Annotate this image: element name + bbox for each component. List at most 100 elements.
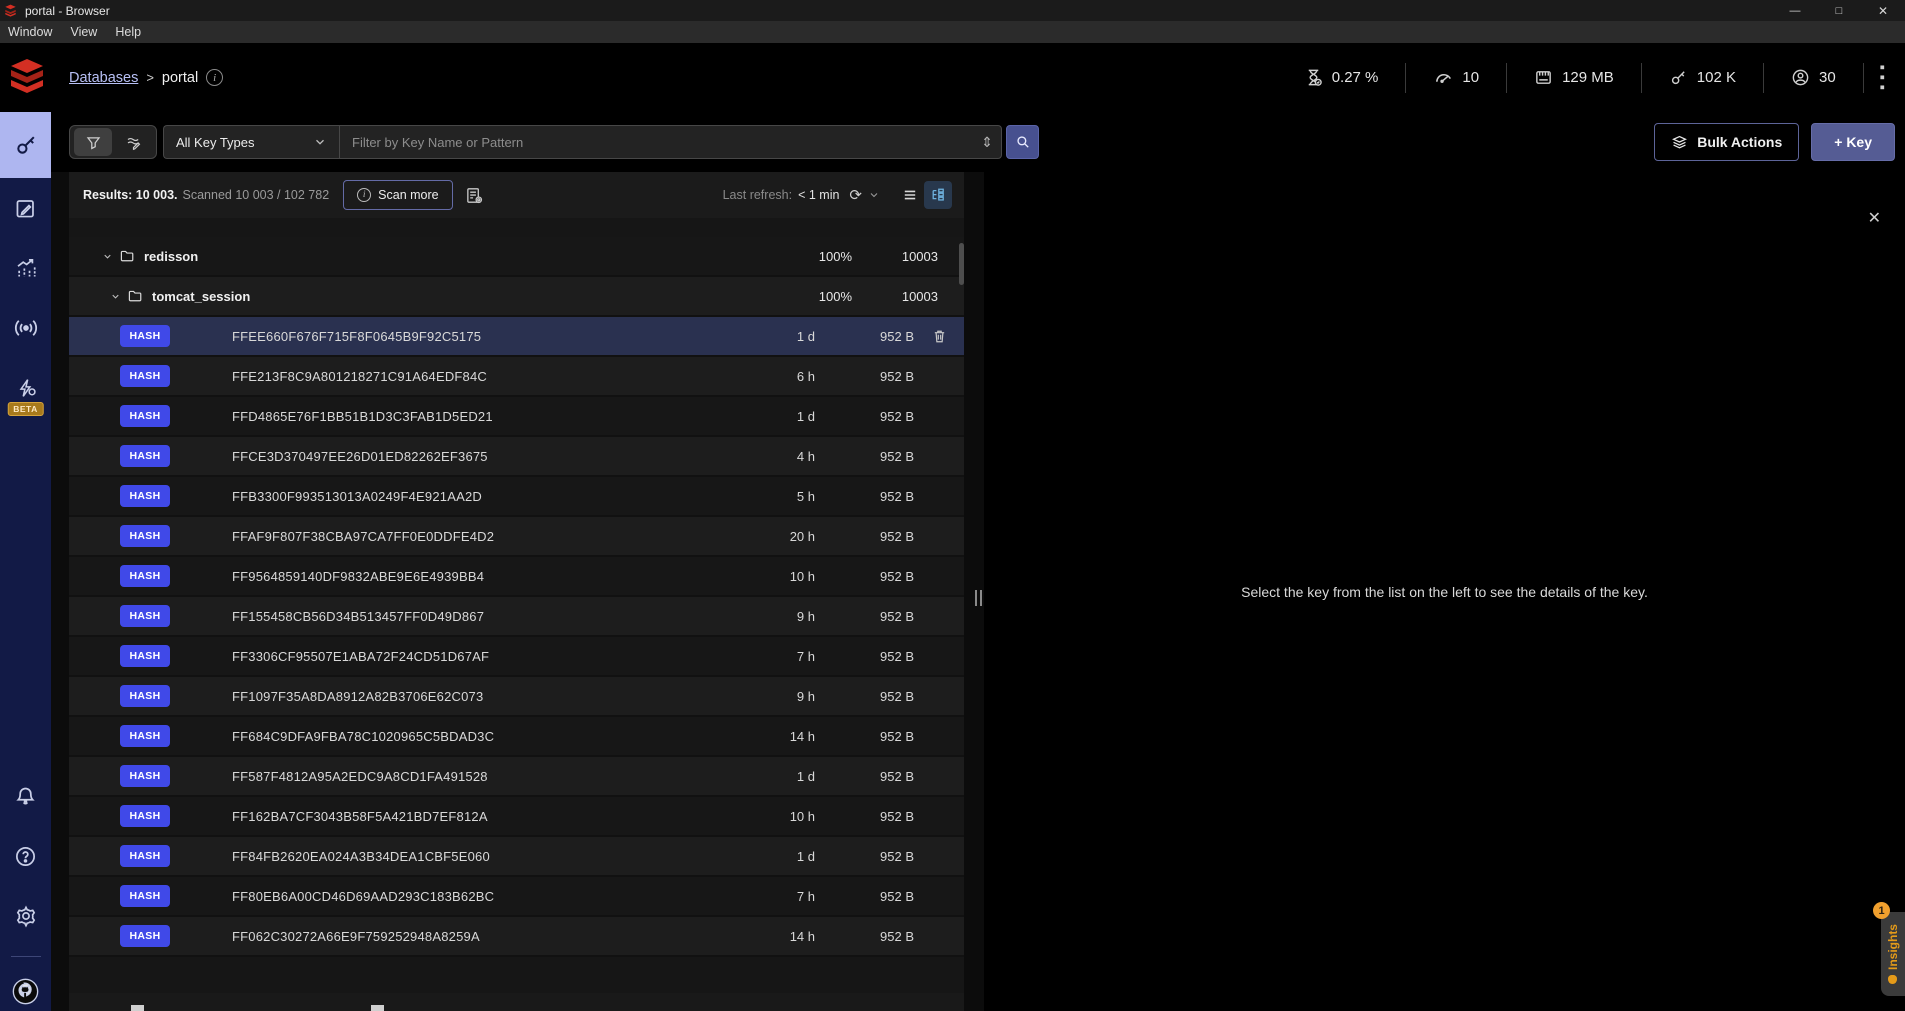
folder-percent: 100%: [792, 289, 852, 304]
key-row[interactable]: HASH FF1097F35A8DA8912A82B3706E62C073 9 …: [69, 677, 964, 717]
refresh-icon[interactable]: ⟳: [849, 186, 862, 204]
refresh-options-chevron-icon[interactable]: [868, 189, 880, 201]
key-name: FF9564859140DF9832ABE9E6E4939BB4: [232, 569, 745, 584]
key-name: FF84FB2620EA024A3B34DEA1CBF5E060: [232, 849, 745, 864]
list-view-button[interactable]: [896, 181, 924, 209]
sidebar-item-analytics[interactable]: [0, 238, 51, 298]
key-name: FFAF9F807F38CBA97CA7FF0E0DDFE4D2: [232, 529, 745, 544]
add-key-button[interactable]: + Key: [1811, 123, 1895, 161]
maximize-button[interactable]: □: [1817, 0, 1861, 21]
folder-percent: 100%: [792, 249, 852, 264]
scanned-count: Scanned 10 003 / 102 782: [183, 188, 330, 202]
key-name: FF80EB6A00CD46D69AAD293C183B62BC: [232, 889, 745, 904]
tree-folder-row[interactable]: tomcat_session 100% 10003: [69, 277, 964, 317]
sidebar: BETA: [0, 112, 51, 1011]
tree-folder-row[interactable]: redisson 100% 10003: [69, 237, 964, 277]
key-row[interactable]: HASH FFEE660F676F715F8F0645B9F92C5175 1 …: [69, 317, 964, 357]
beta-badge: BETA: [7, 402, 44, 416]
sidebar-item-notifications[interactable]: [0, 766, 51, 826]
sidebar-item-triggers[interactable]: BETA: [0, 358, 51, 418]
key-size: 952 B: [815, 769, 914, 784]
key-ttl: 10 h: [745, 809, 815, 824]
stat-memory: 129 MB: [1507, 68, 1641, 87]
key-size: 952 B: [815, 809, 914, 824]
breadcrumb-databases-link[interactable]: Databases: [69, 70, 138, 86]
header-more-menu-icon[interactable]: ▪▪▪: [1864, 63, 1893, 93]
insights-trigger-button[interactable]: 1 Insights: [1881, 912, 1905, 996]
key-ttl: 1 d: [745, 849, 815, 864]
key-ttl: 7 h: [745, 649, 815, 664]
search-history-button[interactable]: [114, 128, 152, 156]
key-row[interactable]: HASH FF3306CF95507E1ABA72F24CD51D67AF 7 …: [69, 637, 964, 677]
db-info-icon[interactable]: i: [206, 69, 223, 86]
key-type-badge: HASH: [120, 325, 170, 347]
key-row[interactable]: HASH FF80EB6A00CD46D69AAD293C183B62BC 7 …: [69, 877, 964, 917]
sidebar-bottom: [0, 766, 51, 1011]
key-row[interactable]: HASH FF84FB2620EA024A3B34DEA1CBF5E060 1 …: [69, 837, 964, 877]
key-ttl: 6 h: [745, 369, 815, 384]
panel-resize-handle[interactable]: [975, 590, 982, 606]
folder-name: tomcat_session: [152, 289, 250, 304]
key-search-box: ⇕: [339, 125, 1002, 159]
key-search-input[interactable]: [352, 135, 975, 150]
key-row[interactable]: HASH FFCE3D370497EE26D01ED82262EF3675 4 …: [69, 437, 964, 477]
key-ttl: 4 h: [745, 449, 815, 464]
key-row[interactable]: HASH FF587F4812A95A2EDC9A8CD1FA491528 1 …: [69, 757, 964, 797]
sort-arrows-icon[interactable]: ⇕: [981, 134, 993, 151]
sidebar-item-settings[interactable]: [0, 886, 51, 946]
last-refresh-label: Last refresh:: [723, 188, 792, 202]
list-scrollbar[interactable]: [959, 243, 964, 285]
key-ttl: 1 d: [745, 769, 815, 784]
chevron-down-icon[interactable]: [110, 291, 121, 302]
refresh-area: Last refresh: < 1 min ⟳: [723, 181, 952, 209]
sidebar-item-workbench[interactable]: [0, 178, 51, 238]
key-type-filter-select[interactable]: All Key Types: [163, 125, 339, 159]
chevron-down-icon[interactable]: [102, 251, 113, 262]
delete-key-icon[interactable]: [914, 328, 964, 345]
key-row[interactable]: HASH FF684C9DFA9FBA78C1020965C5BDAD3C 14…: [69, 717, 964, 757]
sidebar-item-pubsub[interactable]: [0, 298, 51, 358]
key-size: 952 B: [815, 729, 914, 744]
sidebar-item-help[interactable]: [0, 826, 51, 886]
redis-app-icon: [4, 4, 17, 17]
folder-key-count: 10003: [852, 289, 938, 304]
key-rows: redisson 100% 10003 tomcat_session 100% …: [69, 237, 964, 957]
stat-commands: 10: [1406, 68, 1506, 87]
key-ttl: 14 h: [745, 729, 815, 744]
key-row[interactable]: HASH FFE213F8C9A801218271C91A64EDF84C 6 …: [69, 357, 964, 397]
last-refresh-value: < 1 min: [798, 188, 839, 202]
key-name: FF1097F35A8DA8912A82B3706E62C073: [232, 689, 745, 704]
key-type-badge: HASH: [120, 485, 170, 507]
menu-view[interactable]: View: [70, 25, 97, 39]
minimize-button[interactable]: —: [1773, 0, 1817, 21]
key-list-panel: Results: 10 003. Scanned 10 003 / 102 78…: [69, 172, 964, 1011]
db-stats: 0.27 % 10 129 MB 102 K 30 ▪▪: [1277, 58, 1893, 98]
tree-view-button[interactable]: [924, 181, 952, 209]
sidebar-item-browser[interactable]: [0, 112, 51, 178]
close-window-button[interactable]: ✕: [1861, 0, 1905, 21]
key-type-badge: HASH: [120, 605, 170, 627]
scan-more-button[interactable]: i Scan more: [343, 180, 452, 210]
app-window: portal - Browser — □ ✕ Window View Help …: [0, 0, 1905, 1011]
key-name: FF3306CF95507E1ABA72F24CD51D67AF: [232, 649, 745, 664]
help-icon: [14, 845, 37, 868]
menu-window[interactable]: Window: [8, 25, 52, 39]
key-ttl: 5 h: [745, 489, 815, 504]
key-row[interactable]: HASH FF155458CB56D34B513457FF0D49D867 9 …: [69, 597, 964, 637]
key-row[interactable]: HASH FFD4865E76F1BB51B1D3C3FAB1D5ED21 1 …: [69, 397, 964, 437]
key-row[interactable]: HASH FFAF9F807F38CBA97CA7FF0E0DDFE4D2 20…: [69, 517, 964, 557]
key-row[interactable]: HASH FF9564859140DF9832ABE9E6E4939BB4 10…: [69, 557, 964, 597]
filter-mode-button[interactable]: [74, 128, 112, 156]
key-ttl: 10 h: [745, 569, 815, 584]
search-button[interactable]: [1006, 125, 1039, 159]
key-ttl: 9 h: [745, 689, 815, 704]
bulk-actions-button[interactable]: Bulk Actions: [1654, 123, 1799, 161]
key-row[interactable]: HASH FFB3300F993513013A0249F4E921AA2D 5 …: [69, 477, 964, 517]
key-type-badge: HASH: [120, 525, 170, 547]
key-row[interactable]: HASH FF062C30272A66E9F759252948A8259A 14…: [69, 917, 964, 957]
sidebar-item-github[interactable]: [0, 971, 51, 1011]
key-row[interactable]: HASH FF162BA7CF3043B58F5A421BD7EF812A 10…: [69, 797, 964, 837]
bolt-icon: [15, 377, 37, 399]
menu-help[interactable]: Help: [115, 25, 141, 39]
keys-summary-icon[interactable]: [465, 186, 484, 205]
